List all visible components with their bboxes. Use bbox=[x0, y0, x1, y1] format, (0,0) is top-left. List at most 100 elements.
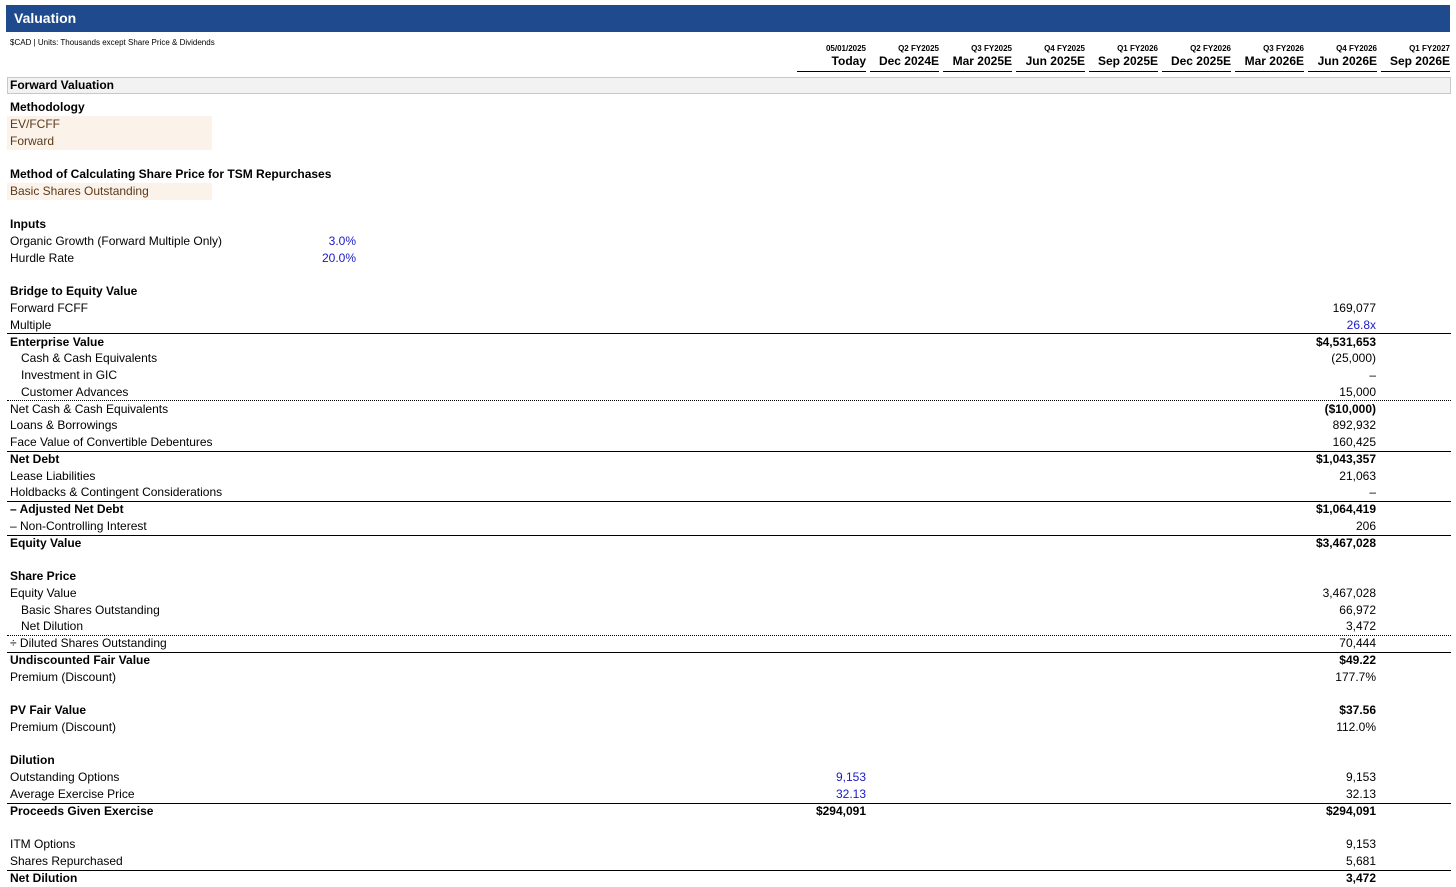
column-underline bbox=[1016, 71, 1085, 72]
row-value: 70,444 bbox=[1339, 636, 1376, 650]
table-row: Undiscounted Fair Value $49.22 bbox=[0, 652, 1456, 669]
repurchase-heading: Method of Calculating Share Price for TS… bbox=[10, 167, 332, 181]
table-row: Net Cash & Cash Equivalents ($10,000) bbox=[0, 401, 1456, 418]
table-row: ÷ Diluted Shares Outstanding 70,444 bbox=[0, 635, 1456, 652]
row-value: 206 bbox=[1355, 519, 1376, 533]
row-value: $3,467,028 bbox=[1315, 536, 1376, 550]
column-underline bbox=[1162, 71, 1231, 72]
table-row: Holdbacks & Contingent Considerations – bbox=[0, 484, 1456, 501]
column-date: Q3 FY2026 bbox=[1263, 44, 1304, 53]
table-row: Forward FCFF 169,077 bbox=[0, 300, 1456, 317]
row-value: 892,932 bbox=[1332, 418, 1376, 432]
title-bar: Valuation bbox=[6, 5, 1450, 32]
table-row: Net Dilution 3,472 bbox=[0, 870, 1456, 887]
share-price-heading: Share Price bbox=[10, 569, 77, 583]
row-value: (25,000) bbox=[1331, 351, 1376, 365]
column-date: Q1 FY2026 bbox=[1117, 44, 1158, 53]
row-value: 26.8x bbox=[1346, 318, 1376, 332]
table-row: Investment in GIC – bbox=[0, 367, 1456, 384]
units-note: $CAD | Units: Thousands except Share Pri… bbox=[10, 38, 215, 47]
table-row: PV Fair Value $37.56 bbox=[0, 702, 1456, 719]
row-value: – bbox=[1369, 368, 1376, 382]
dilution-heading: Dilution bbox=[10, 753, 55, 767]
organic-growth-row: Organic Growth (Forward Multiple Only) 3… bbox=[0, 233, 1456, 250]
column-date: Q2 FY2026 bbox=[1190, 44, 1231, 53]
table-row: Customer Advances 15,000 bbox=[0, 384, 1456, 401]
column-period: Jun 2025E bbox=[1025, 54, 1085, 68]
table-row: Net Dilution 3,472 bbox=[0, 618, 1456, 635]
table-row: Equity Value 3,467,028 bbox=[0, 585, 1456, 602]
column-underline bbox=[1089, 71, 1158, 72]
row-value: 3,467,028 bbox=[1322, 586, 1376, 600]
section-header: Forward Valuation bbox=[7, 77, 1451, 94]
column-date: Q1 FY2027 bbox=[1409, 44, 1450, 53]
column-date: Q2 FY2025 bbox=[898, 44, 939, 53]
section-title: Forward Valuation bbox=[10, 78, 115, 92]
hurdle-rate-row: Hurdle Rate 20.0% bbox=[0, 250, 1456, 267]
column-period: Sep 2025E bbox=[1097, 54, 1158, 68]
table-row: ITM Options 9,153 bbox=[0, 836, 1456, 853]
row-value: 15,000 bbox=[1339, 385, 1376, 399]
row-value: 9,153 bbox=[1345, 770, 1376, 784]
row-value: 3,472 bbox=[1345, 871, 1376, 885]
row-value: 160,425 bbox=[1332, 435, 1376, 449]
row-value: – bbox=[1369, 485, 1376, 499]
table-row: Loans & Borrowings 892,932 bbox=[0, 417, 1456, 434]
column-period: Mar 2026E bbox=[1244, 54, 1304, 68]
table-row: Lease Liabilities 21,063 bbox=[0, 468, 1456, 485]
methodology-option-2[interactable]: Forward bbox=[10, 133, 54, 150]
column-period: Today bbox=[831, 54, 866, 68]
table-row: Basic Shares Outstanding 66,972 bbox=[0, 602, 1456, 619]
column-period: Mar 2025E bbox=[952, 54, 1012, 68]
row-value: 9,153 bbox=[1345, 837, 1376, 851]
column-period: Jun 2026E bbox=[1317, 54, 1377, 68]
hurdle-rate-input[interactable]: 20.0% bbox=[0, 250, 356, 267]
table-row: Net Debt $1,043,357 bbox=[0, 451, 1456, 468]
row-value: $49.22 bbox=[1339, 653, 1376, 667]
table-row: Proceeds Given Exercise $294,091 $294,09… bbox=[0, 803, 1456, 820]
column-period: Dec 2024E bbox=[878, 54, 939, 68]
row-value: 3,472 bbox=[1345, 619, 1376, 633]
inputs-heading: Inputs bbox=[10, 217, 46, 231]
methodology-option-1[interactable]: EV/FCFF bbox=[10, 116, 60, 133]
column-date: 05/01/2025 bbox=[825, 44, 866, 53]
row-value: $37.56 bbox=[1339, 703, 1376, 717]
column-period: Dec 2025E bbox=[1170, 54, 1231, 68]
column-period: Sep 2026E bbox=[1389, 54, 1450, 68]
column-date: Q4 FY2025 bbox=[1044, 44, 1085, 53]
row-value: $4,531,653 bbox=[1315, 335, 1376, 349]
row-value: $1,064,419 bbox=[1315, 502, 1376, 516]
row-value: ($10,000) bbox=[1324, 402, 1376, 416]
table-row: Face Value of Convertible Debentures 160… bbox=[0, 434, 1456, 451]
table-row: Premium (Discount) 177.7% bbox=[0, 669, 1456, 686]
column-underline bbox=[870, 71, 939, 72]
bridge-heading: Bridge to Equity Value bbox=[10, 284, 138, 298]
column-date: Q4 FY2026 bbox=[1336, 44, 1377, 53]
table-row: Average Exercise Price 32.13 32.13 bbox=[0, 786, 1456, 803]
table-row: Multiple 26.8x bbox=[0, 317, 1456, 334]
column-date: Q3 FY2025 bbox=[971, 44, 1012, 53]
table-row: Premium (Discount) 112.0% bbox=[0, 719, 1456, 736]
table-row: – Adjusted Net Debt $1,064,419 bbox=[0, 501, 1456, 518]
row-value: $1,043,357 bbox=[1315, 452, 1376, 466]
row-value: 66,972 bbox=[1339, 603, 1376, 617]
row-value: 177.7% bbox=[1335, 670, 1376, 684]
row-value: 32.13 bbox=[1345, 787, 1376, 801]
table-row: Outstanding Options 9,153 9,153 bbox=[0, 769, 1456, 786]
table-row: Cash & Cash Equivalents (25,000) bbox=[0, 350, 1456, 367]
column-underline bbox=[1381, 71, 1450, 72]
column-underline bbox=[943, 71, 1012, 72]
column-underline bbox=[1235, 71, 1304, 72]
organic-growth-input[interactable]: 3.0% bbox=[0, 233, 356, 250]
row-value: 21,063 bbox=[1339, 469, 1376, 483]
row-value: 169,077 bbox=[1332, 301, 1376, 315]
row-value: $294,091 bbox=[1325, 804, 1376, 818]
column-underline bbox=[797, 71, 866, 72]
page-title: Valuation bbox=[14, 10, 77, 26]
repurchase-option[interactable]: Basic Shares Outstanding bbox=[10, 183, 149, 200]
methodology-heading: Methodology bbox=[10, 100, 85, 114]
row-value: 112.0% bbox=[1336, 720, 1376, 734]
table-row: Shares Repurchased 5,681 bbox=[0, 853, 1456, 870]
table-row: – Non-Controlling Interest 206 bbox=[0, 518, 1456, 535]
row-value: 5,681 bbox=[1345, 854, 1376, 868]
